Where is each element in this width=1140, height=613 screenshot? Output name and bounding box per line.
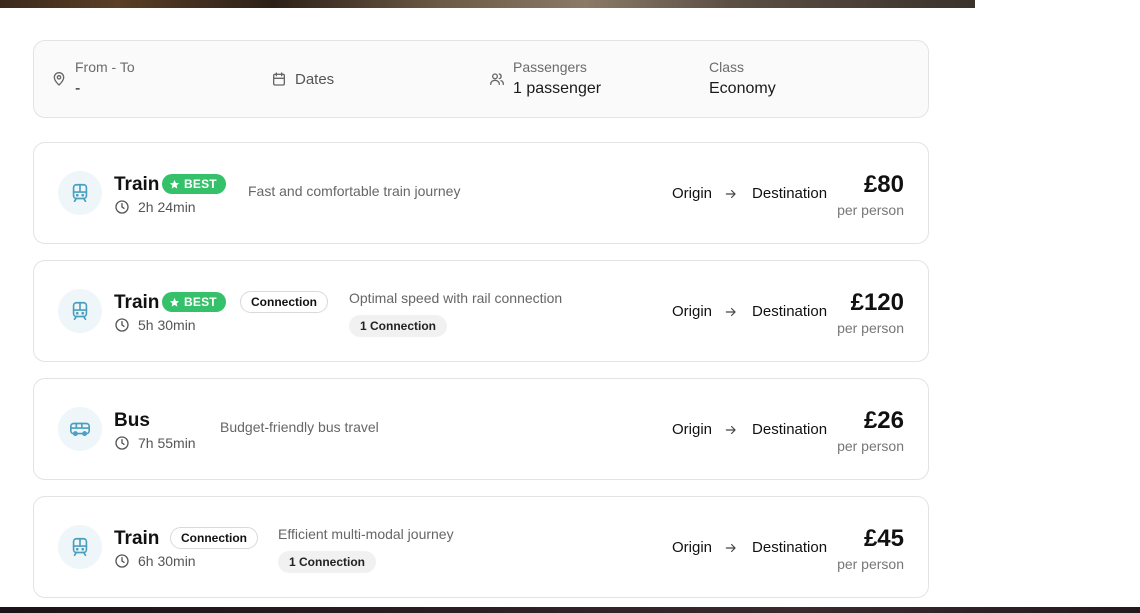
journey-description: Optimal speed with rail connection xyxy=(349,290,563,306)
connection-count-chip: 1 Connection xyxy=(349,315,448,337)
duration-text: 5h 30min xyxy=(138,317,196,333)
star-icon xyxy=(169,297,180,307)
destination-label: Destination xyxy=(752,421,828,438)
per-person-label: per person xyxy=(837,202,904,218)
journey-description: Fast and comfortable train journey xyxy=(248,183,461,199)
origin-label: Origin xyxy=(672,539,713,556)
origin-label: Origin xyxy=(672,185,713,202)
from-to-field[interactable]: From - To - xyxy=(51,41,135,117)
best-badge-label: BEST xyxy=(184,295,217,309)
passengers-field[interactable]: Passengers 1 passenger xyxy=(489,41,601,117)
per-person-label: per person xyxy=(837,320,904,336)
per-person-label: per person xyxy=(837,438,904,454)
duration: 7h 55min xyxy=(114,435,196,451)
mode-name: Train xyxy=(114,528,160,549)
footer-image-strip xyxy=(0,607,1140,613)
mode-name: Bus xyxy=(114,410,150,431)
duration: 2h 24min xyxy=(114,199,196,215)
best-badge: BEST xyxy=(162,174,226,194)
per-person-label: per person xyxy=(837,556,904,572)
connection-count-chip: 1 Connection xyxy=(278,551,377,573)
route: Origin Destination xyxy=(672,539,827,556)
mode-name: Train xyxy=(114,174,160,195)
clock-icon xyxy=(115,554,129,568)
price: £26 xyxy=(863,407,904,434)
arrow-right-icon xyxy=(725,189,736,198)
price: £120 xyxy=(850,289,904,316)
train-icon xyxy=(58,171,102,215)
price: £45 xyxy=(863,525,904,552)
passengers-label: Passengers xyxy=(513,59,587,75)
result-card[interactable]: Train Connection 6h 30min Efficient mult… xyxy=(33,496,929,598)
destination-label: Destination xyxy=(752,539,828,556)
route: Origin Destination xyxy=(672,185,827,202)
route: Origin Destination xyxy=(672,303,827,320)
journey-description: Budget-friendly bus travel xyxy=(220,419,379,435)
hero-image-strip xyxy=(0,0,975,8)
result-card[interactable]: Bus 7h 55min Budget-friendly bus travel … xyxy=(33,378,929,480)
best-badge: BEST xyxy=(162,292,226,312)
passengers-value: 1 passenger xyxy=(513,80,602,97)
arrow-right-icon xyxy=(725,307,736,316)
duration: 5h 30min xyxy=(114,317,196,333)
train-icon xyxy=(58,525,102,569)
search-summary-bar: From - To - Dates Passengers 1 passenger… xyxy=(33,40,929,118)
clock-icon xyxy=(115,318,129,332)
train-icon xyxy=(58,289,102,333)
origin-label: Origin xyxy=(672,421,713,438)
class-value: Economy xyxy=(709,80,776,97)
clock-icon xyxy=(115,436,129,450)
destination-label: Destination xyxy=(752,303,828,320)
from-to-label: From - To xyxy=(75,59,135,75)
duration: 6h 30min xyxy=(114,553,196,569)
dates-field[interactable]: Dates xyxy=(271,41,334,117)
route: Origin Destination xyxy=(672,421,827,438)
calendar-icon xyxy=(271,71,287,87)
mode-name: Train xyxy=(114,292,160,313)
price: £80 xyxy=(863,171,904,198)
clock-icon xyxy=(115,200,129,214)
map-pin-icon xyxy=(51,71,67,87)
result-card[interactable]: Train BEST Connection 5h 30min Optimal s… xyxy=(33,260,929,362)
duration-text: 2h 24min xyxy=(138,199,196,215)
duration-text: 7h 55min xyxy=(138,435,196,451)
from-to-value: - xyxy=(75,80,81,97)
star-icon xyxy=(169,179,180,189)
journey-description: Efficient multi-modal journey xyxy=(278,526,454,542)
connection-badge: Connection xyxy=(170,527,258,549)
class-label: Class xyxy=(709,59,745,75)
destination-label: Destination xyxy=(752,185,828,202)
arrow-right-icon xyxy=(725,425,736,434)
arrow-right-icon xyxy=(725,543,736,552)
origin-label: Origin xyxy=(672,303,713,320)
best-badge-label: BEST xyxy=(184,177,217,191)
class-field[interactable]: Class Economy xyxy=(701,41,776,117)
duration-text: 6h 30min xyxy=(138,553,196,569)
connection-badge: Connection xyxy=(240,291,328,313)
result-card[interactable]: Train BEST 2h 24min Fast and comfortable… xyxy=(33,142,929,244)
bus-icon xyxy=(58,407,102,451)
users-icon xyxy=(489,71,505,87)
dates-label: Dates xyxy=(295,70,335,88)
